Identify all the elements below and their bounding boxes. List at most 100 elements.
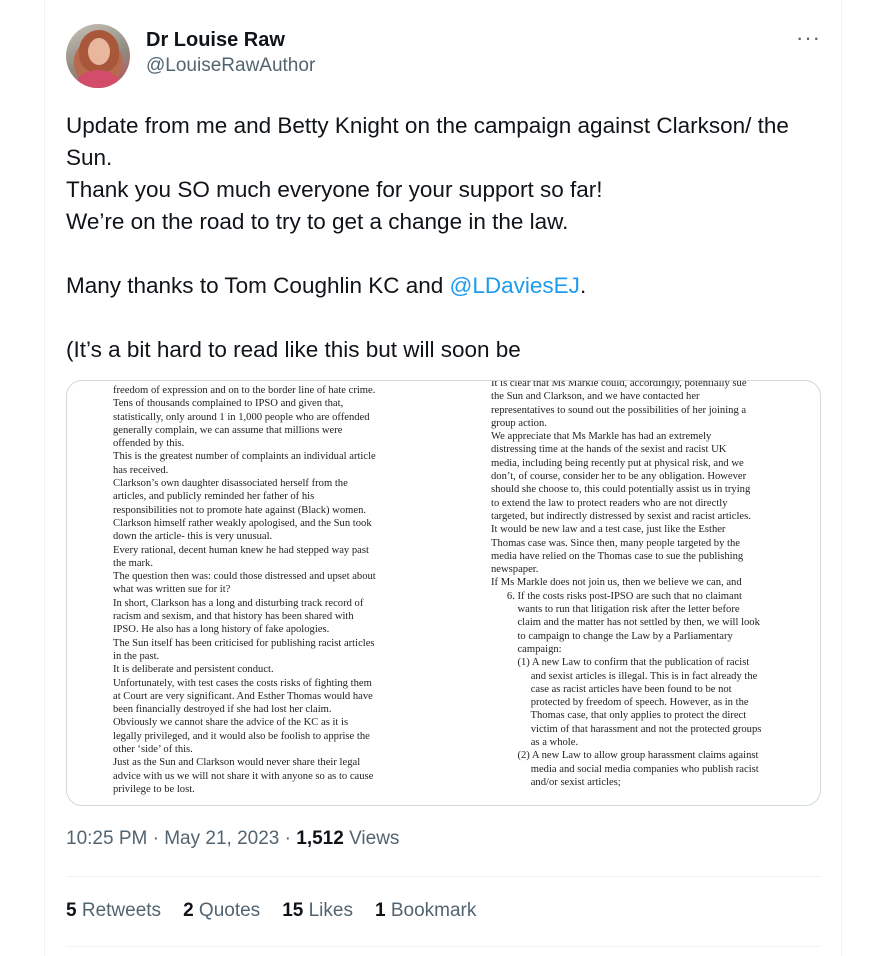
- document-line: distressing time at the hands of the sex…: [491, 444, 727, 456]
- document-line: campaign:: [491, 643, 562, 655]
- document-line: generally complain, we can assume that m…: [113, 424, 343, 436]
- document-line: privilege to be lost.: [113, 783, 195, 795]
- document-line: the Sun and Clarkson, and we have contac…: [491, 391, 700, 403]
- tweet-line-5: (It’s a bit hard to read like this but w…: [66, 337, 521, 362]
- document-line: as a whole.: [491, 737, 579, 749]
- tweet-line-1: Update from me and Betty Knight on the c…: [66, 113, 796, 170]
- document-line: IPSO. He also has a long history of fake…: [113, 624, 330, 636]
- divider: [66, 946, 821, 947]
- likes-count: 15: [282, 900, 304, 921]
- divider: [66, 876, 821, 877]
- document-line: Just as the Sun and Clarkson would never…: [113, 757, 361, 769]
- document-line: offended by this.: [113, 438, 185, 450]
- document-line: to campaign to change the Law by a Parli…: [491, 630, 733, 642]
- document-line: Every rational, decent human knew he had…: [113, 544, 369, 556]
- document-line: (1) A new Law to confirm that the public…: [491, 657, 750, 669]
- document-right-column: It is clear that Ms Markle could, accord…: [491, 380, 762, 789]
- document-line: Tens of thousands complained to IPSO and…: [113, 398, 344, 410]
- document-line: If Ms Markle does not join us, then we b…: [491, 577, 742, 589]
- document-line: media and social media companies who pub…: [491, 763, 759, 775]
- document-line: targeted, but indirectly distressed by s…: [491, 510, 751, 522]
- document-line: other ‘side’ of this.: [113, 744, 193, 756]
- mention-link[interactable]: @LDaviesEJ: [450, 273, 580, 298]
- document-line: should she choose to, this could potenti…: [491, 484, 751, 496]
- document-line: been financially destroyed if she had lo…: [113, 704, 332, 716]
- engagement-stats: 5 Retweets 2 Quotes 15 Likes 1 Bookmark: [66, 900, 476, 922]
- document-left-column: freedom of expression and on to the bord…: [113, 384, 376, 796]
- document-line: has received.: [113, 464, 169, 476]
- author-handle[interactable]: @LouiseRawAuthor: [146, 55, 315, 77]
- meta-separator: ·: [279, 828, 297, 849]
- document-line: This is the greatest number of complaint…: [113, 451, 376, 463]
- avatar-shirt: [76, 70, 120, 88]
- document-line: We appreciate that Ms Markle has had an …: [491, 431, 712, 443]
- document-line: media have relied on the Thomas case to …: [491, 550, 744, 562]
- document-line: The Sun itself has been criticised for p…: [113, 637, 375, 649]
- document-line: racism and sexism, and that history has …: [113, 611, 354, 623]
- document-line: case as racist articles have been found …: [491, 683, 732, 695]
- document-line: newspaper.: [491, 564, 539, 576]
- author-name[interactable]: Dr Louise Raw: [146, 29, 285, 52]
- quotes-label: Quotes: [193, 900, 261, 921]
- views-label: Views: [343, 828, 400, 849]
- document-line: the mark.: [113, 557, 154, 569]
- document-line: don’t, of course, consider her to be any…: [491, 471, 747, 483]
- tweet-date[interactable]: May 21, 2023: [164, 828, 279, 849]
- document-line: down the article- this is very unusual.: [113, 531, 273, 543]
- document-line: media, including being recently put at p…: [491, 457, 744, 469]
- document-line: Unfortunately, with test cases the costs…: [113, 677, 372, 689]
- quotes-count: 2: [183, 900, 194, 921]
- document-line: Clarkson’s own daughter disassociated he…: [113, 478, 348, 490]
- document-line: at Court are very significant. And Esthe…: [113, 690, 373, 702]
- document-line: The question then was: could those distr…: [113, 571, 376, 583]
- attached-document-image[interactable]: freedom of expression and on to the bord…: [66, 380, 821, 806]
- retweets-count: 5: [66, 900, 77, 921]
- document-line: victim of that harassment and not the pr…: [491, 723, 762, 735]
- document-line: 6. If the costs risks post-IPSO are such…: [491, 590, 742, 602]
- document-line: legally privileged, and it would also be…: [113, 730, 370, 742]
- bookmarks-count: 1: [374, 900, 386, 921]
- meta-separator: ·: [147, 828, 165, 849]
- document-line: In short, Clarkson has a long and distur…: [113, 597, 364, 609]
- document-line: in the past.: [113, 650, 160, 662]
- document-line: Thomas case was. Since then, many people…: [491, 537, 740, 549]
- likes-label: Likes: [303, 900, 353, 921]
- document-line: statistically, only around 1 in 1,000 pe…: [113, 411, 370, 423]
- document-line: representatives to sound out the possibi…: [491, 404, 747, 416]
- document-line: (2) A new Law to allow group harassment …: [491, 750, 759, 762]
- document-line: and sexist articles is illegal. This is …: [491, 670, 758, 682]
- likes-stat[interactable]: 15 Likes: [282, 900, 353, 922]
- document-line: protected by freedom of speech. However,…: [491, 697, 749, 709]
- tweet-text: Update from me and Betty Knight on the c…: [66, 110, 826, 366]
- document-line: wants to run that litigation risk after …: [491, 604, 740, 616]
- tweet-time[interactable]: 10:25 PM: [66, 828, 147, 849]
- document-line: advice with us we will not share it with…: [113, 770, 374, 782]
- views-count: 1,512: [296, 828, 344, 849]
- avatar-face: [88, 38, 110, 65]
- document-line: articles, and publicly reminded her fath…: [113, 491, 315, 503]
- document-line: claim and the matter has not settled by …: [491, 617, 760, 629]
- more-options-icon[interactable]: ···: [796, 27, 821, 49]
- retweets-stat[interactable]: 5 Retweets: [66, 900, 161, 922]
- tweet-line-2: Thank you SO much everyone for your supp…: [66, 177, 603, 202]
- document-line: Clarkson himself rather weakly apologise…: [113, 517, 372, 529]
- document-line: It is deliberate and persistent conduct.: [113, 664, 274, 676]
- document-line: Obviously we cannot share the advice of …: [113, 717, 349, 729]
- avatar[interactable]: [66, 24, 130, 88]
- retweets-label: Retweets: [76, 900, 162, 921]
- tweet-line-3: We’re on the road to try to get a change…: [66, 209, 569, 234]
- document-line: to extend the law to protect readers who…: [491, 497, 728, 509]
- document-line: It is clear that Ms Markle could, accord…: [491, 380, 747, 389]
- document-line: and/or sexist articles;: [491, 776, 621, 788]
- document-line: responsibilities not to promote hate aga…: [113, 504, 367, 516]
- bookmarks-label: Bookmark: [385, 900, 477, 921]
- tweet-line-4-suffix: .: [579, 273, 587, 298]
- quotes-stat[interactable]: 2 Quotes: [183, 900, 260, 922]
- tweet-line-4-prefix: Many thanks to Tom Coughlin KC and: [66, 273, 450, 298]
- document-line: Thomas case, that only applies to protec…: [491, 710, 747, 722]
- tweet-meta: 10:25 PM · May 21, 2023 · 1,512 Views: [66, 828, 399, 850]
- document-line: what was written sue for it?: [113, 584, 231, 596]
- document-line: It would be new law and a test case, jus…: [491, 524, 726, 536]
- document-line: freedom of expression and on to the bord…: [113, 385, 376, 396]
- bookmarks-stat[interactable]: 1 Bookmark: [375, 900, 476, 922]
